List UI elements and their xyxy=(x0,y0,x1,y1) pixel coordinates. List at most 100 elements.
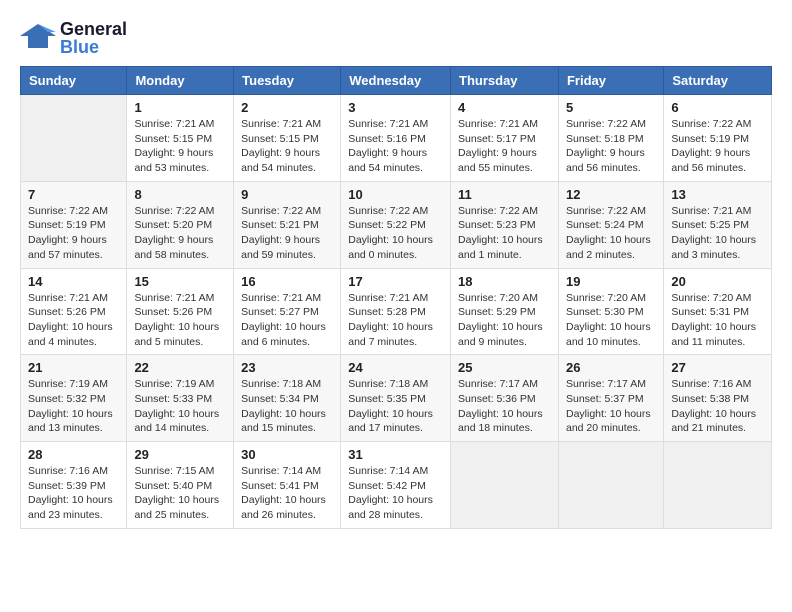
day-info: Sunrise: 7:22 AMSunset: 5:19 PMDaylight:… xyxy=(671,117,764,176)
day-number: 8 xyxy=(134,187,226,202)
day-info: Sunrise: 7:14 AMSunset: 5:41 PMDaylight:… xyxy=(241,464,333,523)
calendar-table: SundayMondayTuesdayWednesdayThursdayFrid… xyxy=(20,66,772,529)
day-info: Sunrise: 7:22 AMSunset: 5:19 PMDaylight:… xyxy=(28,204,119,263)
calendar-day-cell: 30 Sunrise: 7:14 AMSunset: 5:41 PMDayligh… xyxy=(234,442,341,529)
day-number: 30 xyxy=(241,447,333,462)
calendar-week-row: 21 Sunrise: 7:19 AMSunset: 5:32 PMDayligh… xyxy=(21,355,772,442)
day-of-week-header: Saturday xyxy=(664,67,772,95)
day-number: 24 xyxy=(348,360,443,375)
day-info: Sunrise: 7:19 AMSunset: 5:33 PMDaylight:… xyxy=(134,377,226,436)
day-info: Sunrise: 7:21 AMSunset: 5:25 PMDaylight:… xyxy=(671,204,764,263)
calendar-day-cell: 23 Sunrise: 7:18 AMSunset: 5:34 PMDayligh… xyxy=(234,355,341,442)
day-info: Sunrise: 7:18 AMSunset: 5:34 PMDaylight:… xyxy=(241,377,333,436)
calendar-day-cell: 26 Sunrise: 7:17 AMSunset: 5:37 PMDayligh… xyxy=(558,355,663,442)
day-info: Sunrise: 7:20 AMSunset: 5:30 PMDaylight:… xyxy=(566,291,656,350)
day-info: Sunrise: 7:22 AMSunset: 5:23 PMDaylight:… xyxy=(458,204,551,263)
day-number: 17 xyxy=(348,274,443,289)
calendar-day-cell: 3 Sunrise: 7:21 AMSunset: 5:16 PMDaylight… xyxy=(341,95,451,182)
day-info: Sunrise: 7:21 AMSunset: 5:28 PMDaylight:… xyxy=(348,291,443,350)
calendar-day-cell: 19 Sunrise: 7:20 AMSunset: 5:30 PMDayligh… xyxy=(558,268,663,355)
calendar-week-row: 7 Sunrise: 7:22 AMSunset: 5:19 PMDaylight… xyxy=(21,181,772,268)
day-info: Sunrise: 7:21 AMSunset: 5:15 PMDaylight:… xyxy=(134,117,226,176)
day-info: Sunrise: 7:22 AMSunset: 5:20 PMDaylight:… xyxy=(134,204,226,263)
day-info: Sunrise: 7:20 AMSunset: 5:29 PMDaylight:… xyxy=(458,291,551,350)
calendar-day-cell: 14Sunrise: 7:21 AMSunset: 5:26 PMDayligh… xyxy=(21,268,127,355)
day-info: Sunrise: 7:21 AMSunset: 5:16 PMDaylight:… xyxy=(348,117,443,176)
calendar-day-cell: 20Sunrise: 7:20 AMSunset: 5:31 PMDayligh… xyxy=(664,268,772,355)
day-of-week-header: Wednesday xyxy=(341,67,451,95)
calendar-day-cell: 4Sunrise: 7:21 AMSunset: 5:17 PMDaylight… xyxy=(451,95,559,182)
calendar-header-row: SundayMondayTuesdayWednesdayThursdayFrid… xyxy=(21,67,772,95)
calendar-week-row: 1 Sunrise: 7:21 AMSunset: 5:15 PMDaylight… xyxy=(21,95,772,182)
day-number: 19 xyxy=(566,274,656,289)
calendar-day-cell: 2Sunrise: 7:21 AMSunset: 5:15 PMDaylight… xyxy=(234,95,341,182)
calendar-day-cell: 8 Sunrise: 7:22 AMSunset: 5:20 PMDaylight… xyxy=(127,181,234,268)
day-number: 27 xyxy=(671,360,764,375)
day-number: 26 xyxy=(566,360,656,375)
calendar-week-row: 28Sunrise: 7:16 AMSunset: 5:39 PMDayligh… xyxy=(21,442,772,529)
day-number: 28 xyxy=(28,447,119,462)
logo-icon xyxy=(20,22,56,55)
calendar-day-cell: 22 Sunrise: 7:19 AMSunset: 5:33 PMDayligh… xyxy=(127,355,234,442)
day-info: Sunrise: 7:15 AMSunset: 5:40 PMDaylight:… xyxy=(134,464,226,523)
day-info: Sunrise: 7:21 AMSunset: 5:26 PMDaylight:… xyxy=(134,291,226,350)
day-info: Sunrise: 7:16 AMSunset: 5:38 PMDaylight:… xyxy=(671,377,764,436)
day-number: 15 xyxy=(134,274,226,289)
calendar-day-cell: 17 Sunrise: 7:21 AMSunset: 5:28 PMDayligh… xyxy=(341,268,451,355)
day-of-week-header: Tuesday xyxy=(234,67,341,95)
calendar-week-row: 14Sunrise: 7:21 AMSunset: 5:26 PMDayligh… xyxy=(21,268,772,355)
calendar-day-cell: 11Sunrise: 7:22 AMSunset: 5:23 PMDayligh… xyxy=(451,181,559,268)
day-number: 23 xyxy=(241,360,333,375)
day-number: 1 xyxy=(134,100,226,115)
day-info: Sunrise: 7:17 AMSunset: 5:36 PMDaylight:… xyxy=(458,377,551,436)
calendar-day-cell: 31Sunrise: 7:14 AMSunset: 5:42 PMDayligh… xyxy=(341,442,451,529)
calendar-day-cell: 21 Sunrise: 7:19 AMSunset: 5:32 PMDayligh… xyxy=(21,355,127,442)
calendar-day-cell: 15 Sunrise: 7:21 AMSunset: 5:26 PMDayligh… xyxy=(127,268,234,355)
calendar-day-cell: 25 Sunrise: 7:17 AMSunset: 5:36 PMDayligh… xyxy=(451,355,559,442)
day-number: 21 xyxy=(28,360,119,375)
calendar-day-cell: 9 Sunrise: 7:22 AMSunset: 5:21 PMDaylight… xyxy=(234,181,341,268)
day-number: 22 xyxy=(134,360,226,375)
day-info: Sunrise: 7:20 AMSunset: 5:31 PMDaylight:… xyxy=(671,291,764,350)
day-number: 4 xyxy=(458,100,551,115)
day-number: 9 xyxy=(241,187,333,202)
day-number: 29 xyxy=(134,447,226,462)
day-info: Sunrise: 7:19 AMSunset: 5:32 PMDaylight:… xyxy=(28,377,119,436)
day-of-week-header: Thursday xyxy=(451,67,559,95)
day-number: 3 xyxy=(348,100,443,115)
day-number: 5 xyxy=(566,100,656,115)
day-number: 25 xyxy=(458,360,551,375)
calendar-day-cell: 5 Sunrise: 7:22 AMSunset: 5:18 PMDaylight… xyxy=(558,95,663,182)
day-info: Sunrise: 7:22 AMSunset: 5:22 PMDaylight:… xyxy=(348,204,443,263)
calendar-day-cell: 29 Sunrise: 7:15 AMSunset: 5:40 PMDayligh… xyxy=(127,442,234,529)
logo: General Blue xyxy=(20,20,127,56)
calendar-day-cell: 6Sunrise: 7:22 AMSunset: 5:19 PMDaylight… xyxy=(664,95,772,182)
day-info: Sunrise: 7:22 AMSunset: 5:18 PMDaylight:… xyxy=(566,117,656,176)
day-of-week-header: Friday xyxy=(558,67,663,95)
calendar-day-cell: 1 Sunrise: 7:21 AMSunset: 5:15 PMDaylight… xyxy=(127,95,234,182)
day-number: 13 xyxy=(671,187,764,202)
calendar-day-cell: 18Sunrise: 7:20 AMSunset: 5:29 PMDayligh… xyxy=(451,268,559,355)
day-info: Sunrise: 7:17 AMSunset: 5:37 PMDaylight:… xyxy=(566,377,656,436)
day-number: 7 xyxy=(28,187,119,202)
day-of-week-header: Sunday xyxy=(21,67,127,95)
calendar-day-cell xyxy=(21,95,127,182)
day-info: Sunrise: 7:21 AMSunset: 5:27 PMDaylight:… xyxy=(241,291,333,350)
logo-blue: Blue xyxy=(60,38,127,56)
day-number: 16 xyxy=(241,274,333,289)
calendar-day-cell: 28Sunrise: 7:16 AMSunset: 5:39 PMDayligh… xyxy=(21,442,127,529)
calendar-day-cell xyxy=(664,442,772,529)
page-header: General Blue xyxy=(20,20,772,56)
logo-general: General xyxy=(60,20,127,38)
day-number: 31 xyxy=(348,447,443,462)
day-number: 12 xyxy=(566,187,656,202)
day-number: 2 xyxy=(241,100,333,115)
day-info: Sunrise: 7:22 AMSunset: 5:24 PMDaylight:… xyxy=(566,204,656,263)
calendar-day-cell: 12 Sunrise: 7:22 AMSunset: 5:24 PMDayligh… xyxy=(558,181,663,268)
calendar-day-cell: 24 Sunrise: 7:18 AMSunset: 5:35 PMDayligh… xyxy=(341,355,451,442)
day-info: Sunrise: 7:18 AMSunset: 5:35 PMDaylight:… xyxy=(348,377,443,436)
day-info: Sunrise: 7:22 AMSunset: 5:21 PMDaylight:… xyxy=(241,204,333,263)
calendar-day-cell xyxy=(558,442,663,529)
day-number: 10 xyxy=(348,187,443,202)
calendar-day-cell: 27 Sunrise: 7:16 AMSunset: 5:38 PMDayligh… xyxy=(664,355,772,442)
